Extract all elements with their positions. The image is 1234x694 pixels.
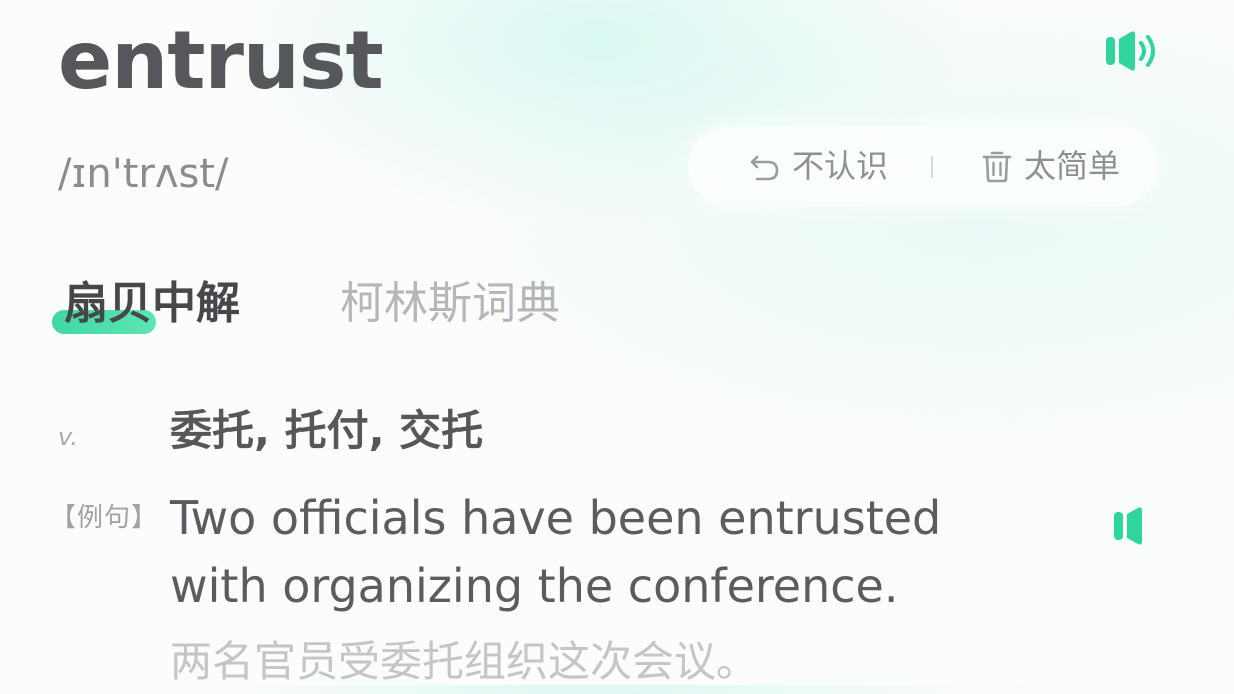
- speaker-icon: [1106, 31, 1155, 71]
- tab-shanbay-definition[interactable]: 扇贝中解: [64, 274, 240, 334]
- example-translation: 两名官员受委托组织这次会议。: [170, 637, 759, 686]
- definition: 委托, 托付, 交托: [170, 406, 484, 455]
- tab-label: 扇贝中解: [64, 278, 240, 329]
- unknown-label: 不认识: [792, 147, 889, 185]
- speaker-icon: [1114, 507, 1142, 545]
- word-actions-pill: 不认识 太简单: [688, 126, 1158, 206]
- trash-icon: [982, 151, 1012, 183]
- pronounce-word-button[interactable]: [1100, 28, 1162, 74]
- example-tag: 【例句】: [50, 503, 159, 533]
- headword: entrust: [58, 14, 384, 107]
- part-of-speech: v.: [58, 423, 78, 451]
- pronounce-example-button[interactable]: [1108, 504, 1152, 548]
- undo-icon: [750, 155, 779, 181]
- example-sentence: Two officials have been entrusted with o…: [170, 491, 942, 613]
- too-easy-label: 太简单: [1024, 147, 1121, 185]
- too-easy-button[interactable]: 太简单: [980, 146, 1120, 186]
- phonetic: /ɪn'trʌst/: [58, 151, 229, 197]
- action-divider: [931, 156, 933, 178]
- tab-collins-dictionary[interactable]: 柯林斯词典: [340, 274, 560, 334]
- unknown-button[interactable]: 不认识: [748, 146, 888, 186]
- tab-label: 柯林斯词典: [340, 278, 560, 329]
